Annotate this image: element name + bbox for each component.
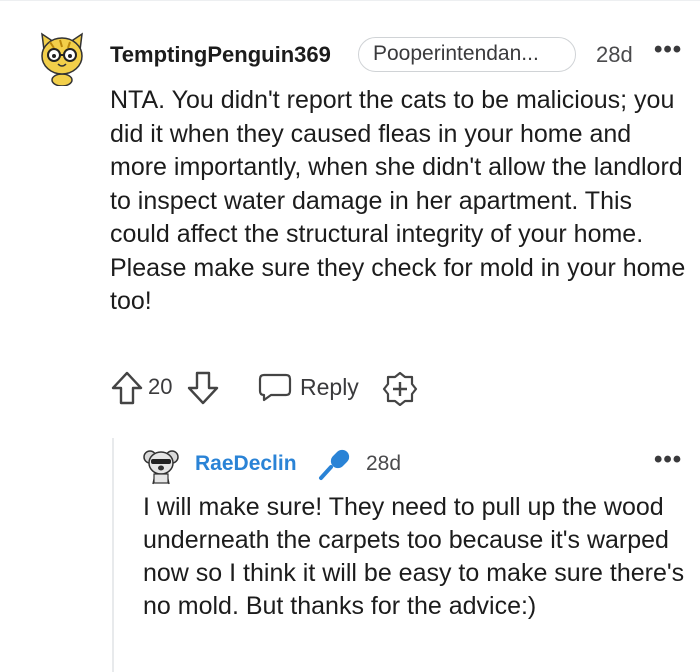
reply-author[interactable]: RaeDeclin xyxy=(195,452,297,476)
thread-line[interactable] xyxy=(112,438,114,672)
plus-award-icon[interactable] xyxy=(382,370,418,406)
comment-timestamp: 28d xyxy=(596,42,633,67)
arrow-up-icon[interactable] xyxy=(110,370,144,406)
comment-body: NTA. You didn't report the cats to be ma… xyxy=(110,86,686,315)
microphone-icon xyxy=(319,449,350,480)
avatar-koala-icon[interactable] xyxy=(143,447,179,485)
reply-label: Reply xyxy=(300,373,359,400)
arrow-down-icon[interactable] xyxy=(186,370,220,406)
comment-more-options-icon[interactable]: ••• xyxy=(654,36,682,64)
comment-action-bar: 20 Reply xyxy=(110,368,450,408)
reply-button[interactable]: Reply xyxy=(258,372,359,402)
user-flair: Pooperintendan... xyxy=(358,37,576,72)
vote-count: 20 xyxy=(148,374,173,399)
top-divider xyxy=(0,0,700,1)
reply-timestamp: 28d xyxy=(366,452,402,475)
reply-body: I will make sure! They need to pull up t… xyxy=(143,493,685,620)
reply-more-options-icon[interactable]: ••• xyxy=(654,446,682,474)
avatar-cat-icon[interactable] xyxy=(36,30,88,86)
comment-author[interactable]: TemptingPenguin369 xyxy=(110,42,331,68)
speech-bubble-icon xyxy=(258,373,292,402)
